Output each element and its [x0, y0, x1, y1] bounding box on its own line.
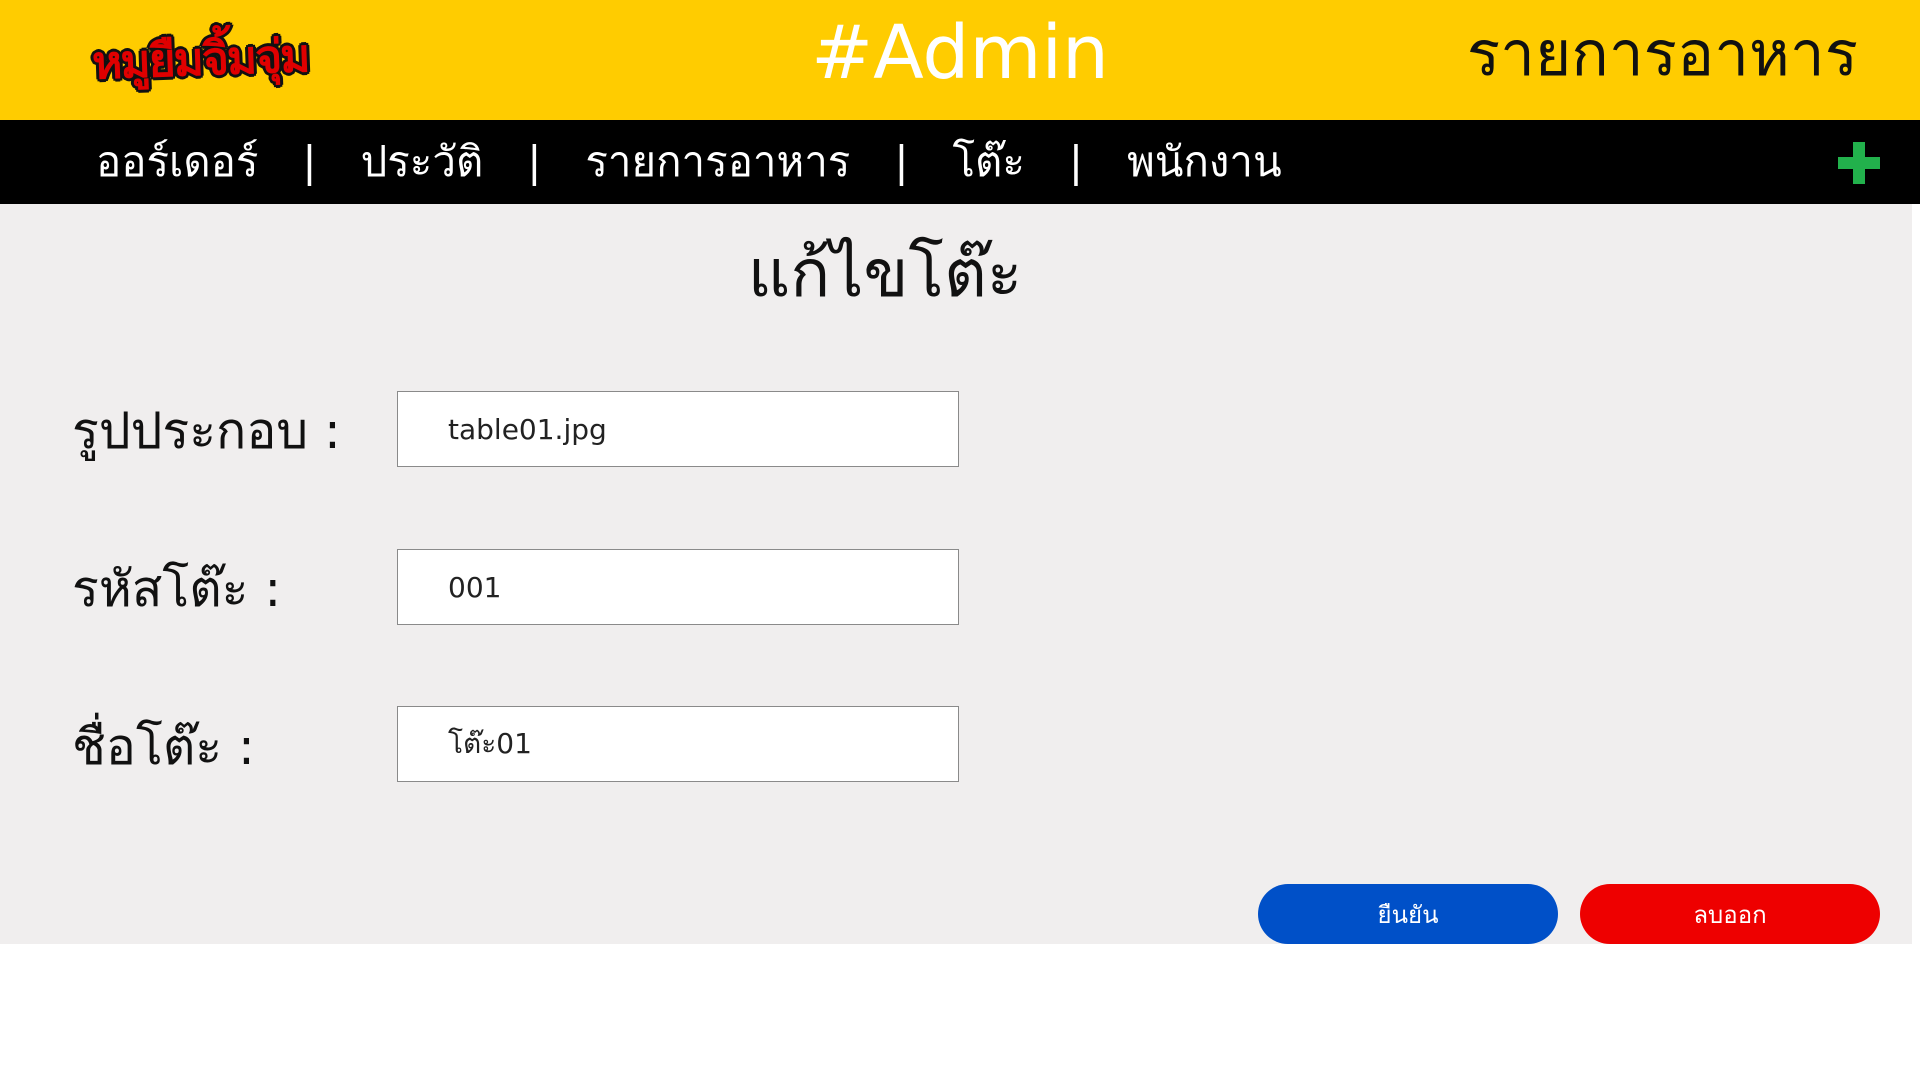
app-header: หมูยืมจิ้มจุ่ม #Admin รายการอาหาร [0, 0, 1920, 120]
table-name-input[interactable] [397, 706, 959, 782]
table-code-input[interactable] [397, 549, 959, 625]
nav-bar: ออร์เดอร์ | ประวัติ | รายการอาหาร | โต๊ะ… [0, 120, 1920, 204]
nav-item-staff[interactable]: พนักงาน [1127, 120, 1282, 204]
table-name-label: ชื่อโต๊ะ : [72, 718, 255, 776]
table-code-label: รหัสโต๊ะ : [72, 560, 282, 618]
image-field-input[interactable] [397, 391, 959, 467]
nav-item-menu[interactable]: รายการอาหาร [585, 120, 850, 204]
plus-icon[interactable] [1838, 142, 1880, 184]
page-heading: รายการอาหาร [1466, 17, 1858, 90]
nav-separator: | [302, 137, 317, 186]
admin-title: #Admin [811, 10, 1109, 96]
nav-item-history[interactable]: ประวัติ [361, 120, 484, 204]
nav-separator: | [527, 137, 542, 186]
image-field-label: รูปประกอบ : [72, 402, 341, 460]
nav-item-orders[interactable]: ออร์เดอร์ [96, 120, 258, 204]
delete-button[interactable]: ลบออก [1580, 884, 1880, 944]
confirm-button[interactable]: ยืนยัน [1258, 884, 1558, 944]
nav-separator: | [1068, 137, 1084, 186]
edit-table-panel: แก้ไขโต๊ะ รูปประกอบ : รหัสโต๊ะ : ชื่อโต๊… [0, 204, 1912, 944]
nav-menu: ออร์เดอร์ | ประวัติ | รายการอาหาร | โต๊ะ… [96, 120, 1282, 204]
brand-logo[interactable]: หมูยืมจิ้มจุ่ม [91, 18, 310, 100]
nav-separator: | [894, 137, 909, 186]
nav-item-tables[interactable]: โต๊ะ [953, 120, 1025, 204]
form-title: แก้ไขโต๊ะ [747, 235, 1023, 312]
